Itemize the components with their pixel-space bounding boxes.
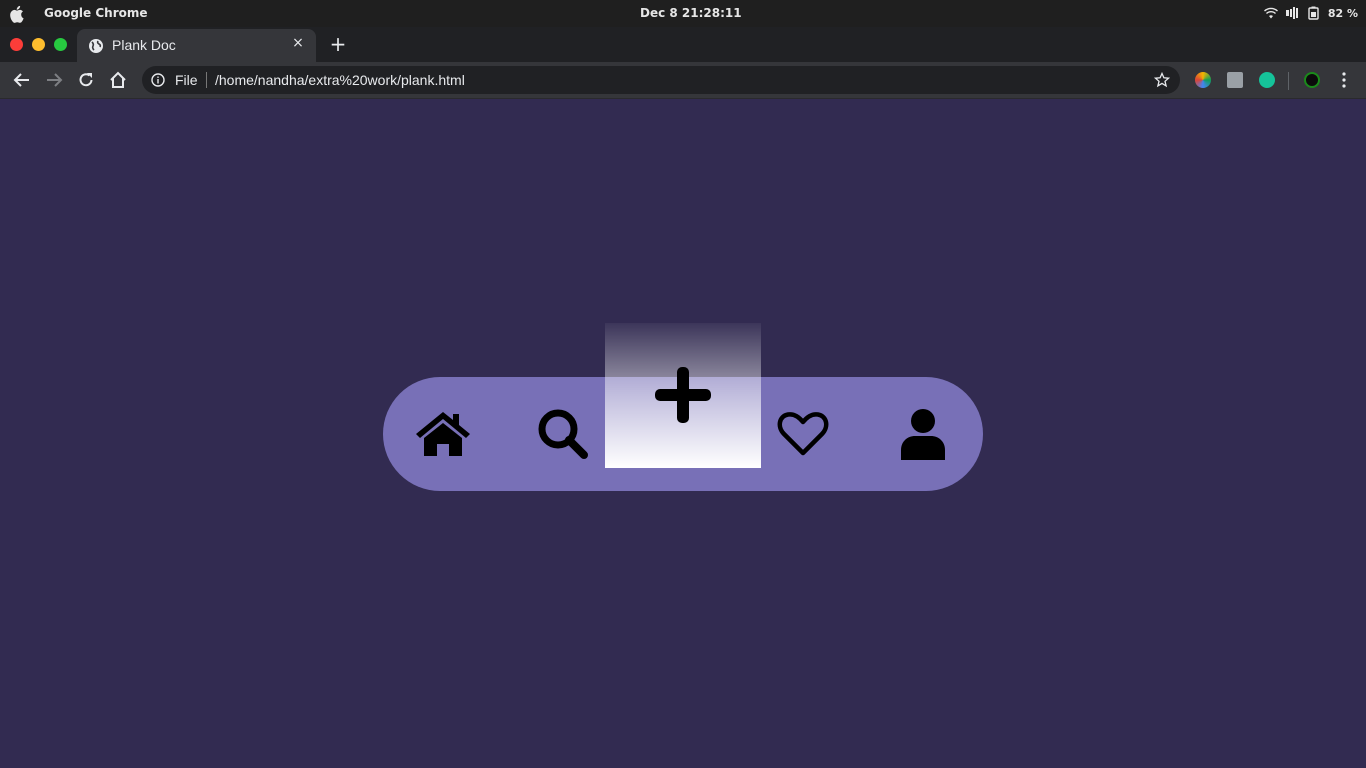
new-tab-button[interactable]: + [328, 34, 348, 54]
reload-icon [79, 73, 93, 87]
url-text[interactable]: /home/nandha/extra%20work/plank.html [215, 72, 465, 88]
home-icon [416, 412, 470, 456]
bookmark-star-icon[interactable] [1154, 72, 1170, 88]
battery-icon[interactable] [1308, 6, 1320, 20]
page-content [0, 100, 1366, 768]
system-clock[interactable]: Dec 8 21:28:11 [640, 6, 742, 20]
extensions-divider [1288, 72, 1289, 90]
forward-button[interactable] [44, 70, 64, 90]
url-separator [206, 72, 207, 88]
nav-item-home[interactable] [383, 377, 503, 491]
reader-icon[interactable] [1227, 72, 1243, 88]
home-button[interactable] [108, 70, 128, 90]
arrow-left-icon [13, 73, 29, 87]
wifi-icon[interactable] [1263, 7, 1278, 19]
tab-strip: Plank Doc × + [0, 27, 1366, 62]
browser-toolbar: File /home/nandha/extra%20work/plank.htm… [0, 62, 1366, 99]
nav-item-profile[interactable] [863, 377, 983, 491]
os-top-bar: Google Chrome Dec 8 21:28:11 82 % [0, 0, 1366, 27]
window-maximize-button[interactable] [54, 38, 67, 51]
reload-button[interactable] [76, 70, 96, 90]
globe-icon [89, 39, 103, 53]
tab-close-icon[interactable]: × [290, 35, 306, 51]
plus-icon [655, 367, 711, 423]
window-close-button[interactable] [10, 38, 23, 51]
window-minimize-button[interactable] [32, 38, 45, 51]
user-icon [901, 409, 945, 460]
terminal-icon[interactable] [1304, 72, 1320, 88]
nav-item-favorites[interactable] [743, 377, 863, 491]
back-button[interactable] [12, 70, 32, 90]
more-menu-icon[interactable] [1336, 71, 1352, 89]
nav-item-add[interactable] [605, 323, 761, 468]
system-tray: 82 % [1263, 6, 1358, 20]
battery-percentage: 82 % [1327, 6, 1358, 20]
browser-tab[interactable]: Plank Doc × [77, 29, 316, 62]
active-app-name[interactable]: Google Chrome [44, 6, 148, 20]
apple-icon[interactable] [10, 5, 26, 23]
url-scheme-label: File [175, 72, 198, 88]
address-bar[interactable]: File /home/nandha/extra%20work/plank.htm… [142, 66, 1180, 94]
tab-title: Plank Doc [112, 37, 176, 53]
arrow-right-icon [47, 73, 63, 87]
search-icon [538, 409, 588, 459]
browser-home-icon [110, 71, 126, 88]
color-picker-icon[interactable] [1195, 72, 1211, 88]
volume-icon[interactable] [1285, 7, 1300, 19]
heart-icon [777, 412, 829, 456]
info-icon[interactable] [151, 73, 165, 87]
grammarly-icon[interactable] [1259, 72, 1275, 88]
